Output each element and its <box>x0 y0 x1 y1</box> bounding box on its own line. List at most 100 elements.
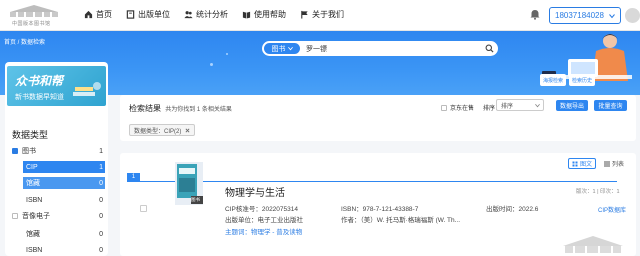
results-title: 检索结果 共为你找到 1 条相关结果 <box>129 103 232 114</box>
jd-filter[interactable]: 京东在售 <box>441 103 474 112</box>
sort-value: 排序 <box>501 103 514 110</box>
filter-av-collection[interactable]: 馆藏 0 <box>23 228 105 240</box>
cip-number: CIP核准号：2022075314 <box>225 206 298 213</box>
checkbox[interactable] <box>12 148 18 154</box>
batch-query-button[interactable]: 批量查询 <box>594 100 627 111</box>
select-checkbox[interactable] <box>140 205 147 212</box>
cover-badge: 图书 <box>191 197 200 202</box>
book-title[interactable]: 物理学与生活 <box>225 184 285 199</box>
promo-subtitle: 新书数据早知道 <box>15 94 64 101</box>
view-list-label: 列表 <box>612 162 625 168</box>
filter-label: 音像电子 <box>22 213 50 220</box>
home-icon <box>84 10 93 19</box>
library-building-icon <box>10 5 58 17</box>
export-data-button[interactable]: 数据导出 <box>556 100 588 111</box>
grid-icon <box>572 161 578 166</box>
filter-av-electronic[interactable]: 音像电子 0 <box>12 210 105 222</box>
search-bar: 图书 <box>262 41 498 56</box>
active-filter-tag[interactable]: 数据类型：CIP(2) <box>129 124 196 136</box>
filter-sidebar: 众书和帮 新书数据早知道 数据类型 图书 1 CIP 1 馆藏 0 ISBN 0… <box>5 62 108 256</box>
search-history-button[interactable]: 检索历史 <box>569 74 595 86</box>
checkbox[interactable] <box>441 104 447 111</box>
nav-about[interactable]: 关于我们 <box>300 9 344 20</box>
filter-label: 馆藏 <box>26 231 40 238</box>
view-grid-label: 图文 <box>580 162 593 168</box>
filter-label: 图书 <box>22 148 36 155</box>
filter-av-isbn[interactable]: ISBN 0 <box>23 244 105 256</box>
nav-statistics-label: 统计分析 <box>196 10 228 19</box>
library-logo[interactable]: 中国版本图书馆 <box>6 4 62 28</box>
nav-publishers-label: 出版单位 <box>138 10 170 19</box>
nav-home[interactable]: 首页 <box>84 9 112 20</box>
sort-select[interactable]: 排序 <box>496 99 544 111</box>
filter-count: 1 <box>99 163 103 171</box>
list-icon <box>604 161 611 166</box>
edition-info: 版次：1 | 印次：1 <box>576 189 620 195</box>
isbn: ISBN：978-7-121-43388-7 <box>341 206 419 213</box>
filter-cip[interactable]: CIP 1 <box>23 161 105 173</box>
filter-count: 1 <box>99 147 103 155</box>
view-toggle: 图文 列表 <box>568 158 627 169</box>
filter-count: 0 <box>99 196 103 204</box>
nav-help-label: 使用帮助 <box>254 10 286 19</box>
search-input[interactable] <box>306 42 476 55</box>
filter-label: 馆藏 <box>26 180 40 187</box>
nav-publishers[interactable]: 出版单位 <box>126 9 170 20</box>
subject-link[interactable]: 主题词：物理学 - 普及读物 <box>225 226 302 236</box>
search-type-select[interactable]: 图书 <box>264 43 300 54</box>
avatar[interactable] <box>625 8 640 23</box>
filter-label: ISBN <box>26 246 43 254</box>
filter-count: 0 <box>99 246 103 254</box>
nav-about-label: 关于我们 <box>312 10 344 19</box>
library-watermark-icon <box>563 236 623 253</box>
view-grid-button[interactable]: 图文 <box>568 158 597 169</box>
top-navbar: 中国版本图书馆 首页 出版单位 统计分析 使用帮助 关于我们 180371840… <box>0 0 640 31</box>
results-panel: 检索结果 共为你找到 1 条相关结果 京东在售 排序： 排序 数据导出 批量查询… <box>120 95 636 141</box>
author: 作者：（美）W. 托马斯·格瑞福斯 (W. Th... <box>341 217 461 224</box>
promo-banner[interactable]: 众书和帮 新书数据早知道 <box>7 66 106 106</box>
chevron-down-icon <box>287 46 293 51</box>
filter-tag-label: 数据类型：CIP(2) <box>134 128 182 135</box>
checkbox[interactable] <box>12 213 18 219</box>
data-type-heading: 数据类型 <box>12 130 49 140</box>
search-icon[interactable] <box>485 44 494 53</box>
filter-isbn[interactable]: ISBN 0 <box>23 194 105 206</box>
results-summary: 共为你找到 1 条相关结果 <box>165 107 232 113</box>
filter-books[interactable]: 图书 1 <box>12 145 105 157</box>
filter-count: 0 <box>99 230 103 238</box>
main-nav: 首页 出版单位 统计分析 使用帮助 关于我们 <box>84 9 358 20</box>
bell-icon[interactable] <box>530 9 540 20</box>
user-account-dropdown[interactable]: 18037184028 <box>549 7 621 24</box>
chevron-down-icon <box>609 14 615 19</box>
jd-label: 京东在售 <box>450 106 475 112</box>
nav-help[interactable]: 使用帮助 <box>242 9 286 20</box>
decor-dot <box>226 53 228 55</box>
filter-count: 0 <box>99 179 103 187</box>
logo-text: 中国版本图书馆 <box>12 21 51 27</box>
breadcrumb: 首页 / 数据检索 <box>4 40 46 46</box>
books-illustration-icon <box>73 82 101 96</box>
decor-dot <box>210 63 213 66</box>
promo-title: 众书和帮 <box>15 74 64 88</box>
result-index: 1 <box>127 173 140 181</box>
close-icon[interactable] <box>185 128 190 133</box>
users-icon <box>184 11 193 19</box>
nav-home-label: 首页 <box>96 10 112 19</box>
chevron-down-icon <box>535 103 540 108</box>
filter-label: ISBN <box>26 196 43 204</box>
flag-icon <box>301 10 308 19</box>
filter-label: CIP <box>26 163 38 171</box>
view-list-button[interactable]: 列表 <box>601 158 627 169</box>
results-heading: 检索结果 <box>129 104 161 113</box>
cip-database-link[interactable]: CIP数据库 <box>598 205 626 214</box>
nav-statistics[interactable]: 统计分析 <box>184 9 228 20</box>
pub-date: 出版时间：2022.6 <box>486 206 539 213</box>
book-icon <box>126 10 135 19</box>
user-phone: 18037184028 <box>555 11 604 20</box>
filter-count: 0 <box>99 212 103 220</box>
search-type-label: 图书 <box>271 45 286 53</box>
publisher: 出版单位：电子工业出版社 <box>225 217 303 224</box>
filter-collection[interactable]: 馆藏 0 <box>23 177 105 189</box>
poster-search-button[interactable]: 海报检索 <box>540 74 566 86</box>
book-open-icon <box>242 11 251 19</box>
